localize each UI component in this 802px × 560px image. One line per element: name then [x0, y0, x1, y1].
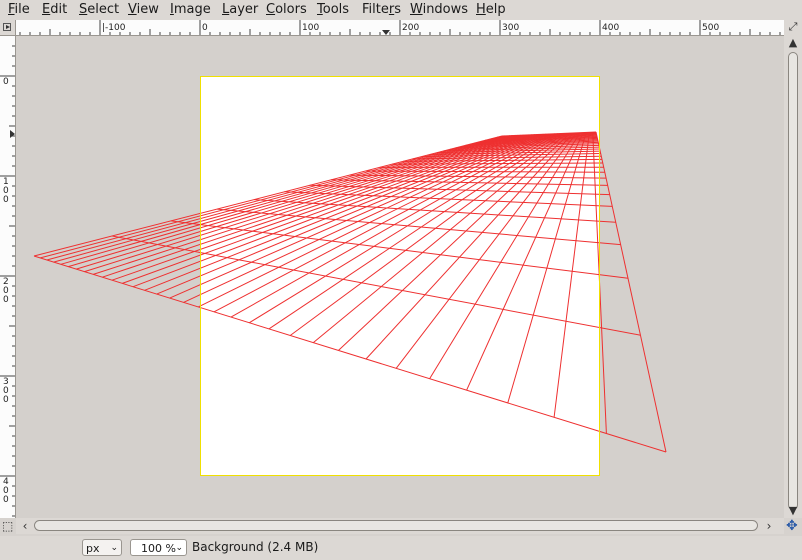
- ruler-label: 0: [3, 195, 9, 205]
- menu-item-windows[interactable]: Windows: [410, 1, 468, 19]
- grid-line: [391, 162, 603, 165]
- perspective-grid: [33, 131, 667, 453]
- scroll-down-icon[interactable]: ▼: [784, 504, 802, 518]
- ruler-label: 100: [302, 23, 319, 33]
- layer-status-label: Background (2.4 MB): [192, 540, 319, 554]
- grid-line: [595, 131, 667, 453]
- vertical-scrollbar[interactable]: ⤢ ▲ ▼: [784, 20, 802, 518]
- unit-select-value: px: [86, 542, 100, 555]
- menu-item-view[interactable]: View: [128, 1, 159, 19]
- grid-line: [112, 235, 641, 336]
- scroll-right-icon[interactable]: ›: [762, 518, 776, 534]
- vertical-ruler[interactable]: 0100200300400: [0, 36, 16, 518]
- menu-item-edit[interactable]: Edit: [42, 1, 67, 19]
- vertical-ruler-ticks: 0100200300400: [0, 45, 15, 517]
- grid-line: [169, 133, 544, 299]
- quick-mask-toggle-icon[interactable]: ⬚: [2, 519, 13, 533]
- chevron-down-icon: ⌄: [175, 543, 183, 553]
- grid-line: [230, 133, 556, 318]
- ruler-label: 500: [702, 23, 719, 33]
- ruler-label: 300: [502, 23, 519, 33]
- canvas-area[interactable]: [16, 36, 784, 518]
- unit-select[interactable]: px ⌄: [82, 539, 122, 556]
- ruler-label: 0: [202, 23, 208, 33]
- grid-line: [122, 134, 533, 284]
- ruler-label: 0: [3, 395, 9, 405]
- menu-item-file[interactable]: File: [8, 1, 30, 19]
- ruler-label: 0: [3, 495, 9, 505]
- grid-line: [132, 134, 535, 288]
- grid-line: [553, 132, 590, 418]
- menu-item-help[interactable]: Help: [476, 1, 506, 19]
- menu-item-tools[interactable]: Tools: [317, 1, 349, 19]
- menubar: File Edit Select View Image Layer Colors Tools F…: [0, 0, 802, 20]
- pointer-marker-icon: [10, 130, 15, 138]
- ruler-label: 0: [3, 295, 9, 305]
- grid-line: [198, 133, 550, 308]
- menu-item-filters[interactable]: Filters: [362, 1, 401, 19]
- horizontal-ruler[interactable]: |-100 0 100 200 300 400 500: [16, 20, 784, 36]
- statusbar: px ⌄ 100 % ⌄ Background (2.4 MB): [0, 536, 802, 560]
- grid-line: [33, 255, 667, 453]
- horizontal-scrollbar[interactable]: ‹ ›: [16, 518, 784, 534]
- grid-line: [60, 135, 513, 265]
- menu-item-colors[interactable]: Colors: [266, 1, 307, 19]
- menu-item-layer[interactable]: Layer: [222, 1, 258, 19]
- grid-line: [331, 179, 608, 186]
- ruler-label: 0: [3, 77, 9, 87]
- zoom-to-window-icon[interactable]: ⤢: [784, 20, 802, 34]
- scroll-left-icon[interactable]: ‹: [18, 518, 32, 534]
- zoom-select-value: 100 %: [141, 542, 176, 555]
- ruler-label: 200: [402, 23, 419, 33]
- grid-line: [429, 132, 581, 379]
- chevron-down-icon: ⌄: [110, 543, 118, 553]
- zoom-select[interactable]: 100 % ⌄: [130, 539, 187, 556]
- navigate-icon[interactable]: ✥: [786, 518, 798, 534]
- pointer-marker-icon: [382, 30, 390, 35]
- ruler-label: |-100: [102, 23, 126, 33]
- grid-line: [592, 132, 607, 434]
- grid-line: [170, 220, 629, 279]
- menu-item-select[interactable]: Select: [79, 1, 119, 19]
- vertical-scrollbar-thumb[interactable]: [788, 52, 798, 510]
- scroll-up-icon[interactable]: ▲: [784, 36, 802, 50]
- ruler-corner-triangle-icon: [3, 23, 11, 31]
- grid-line: [338, 132, 571, 351]
- quick-mask-icon[interactable]: [0, 20, 16, 36]
- horizontal-ruler-ticks: |-100 0 100 200 300 400 500: [19, 20, 781, 35]
- menu-item-image[interactable]: Image: [170, 1, 211, 19]
- horizontal-scrollbar-thumb[interactable]: [34, 520, 758, 531]
- ruler-label: 400: [602, 23, 619, 33]
